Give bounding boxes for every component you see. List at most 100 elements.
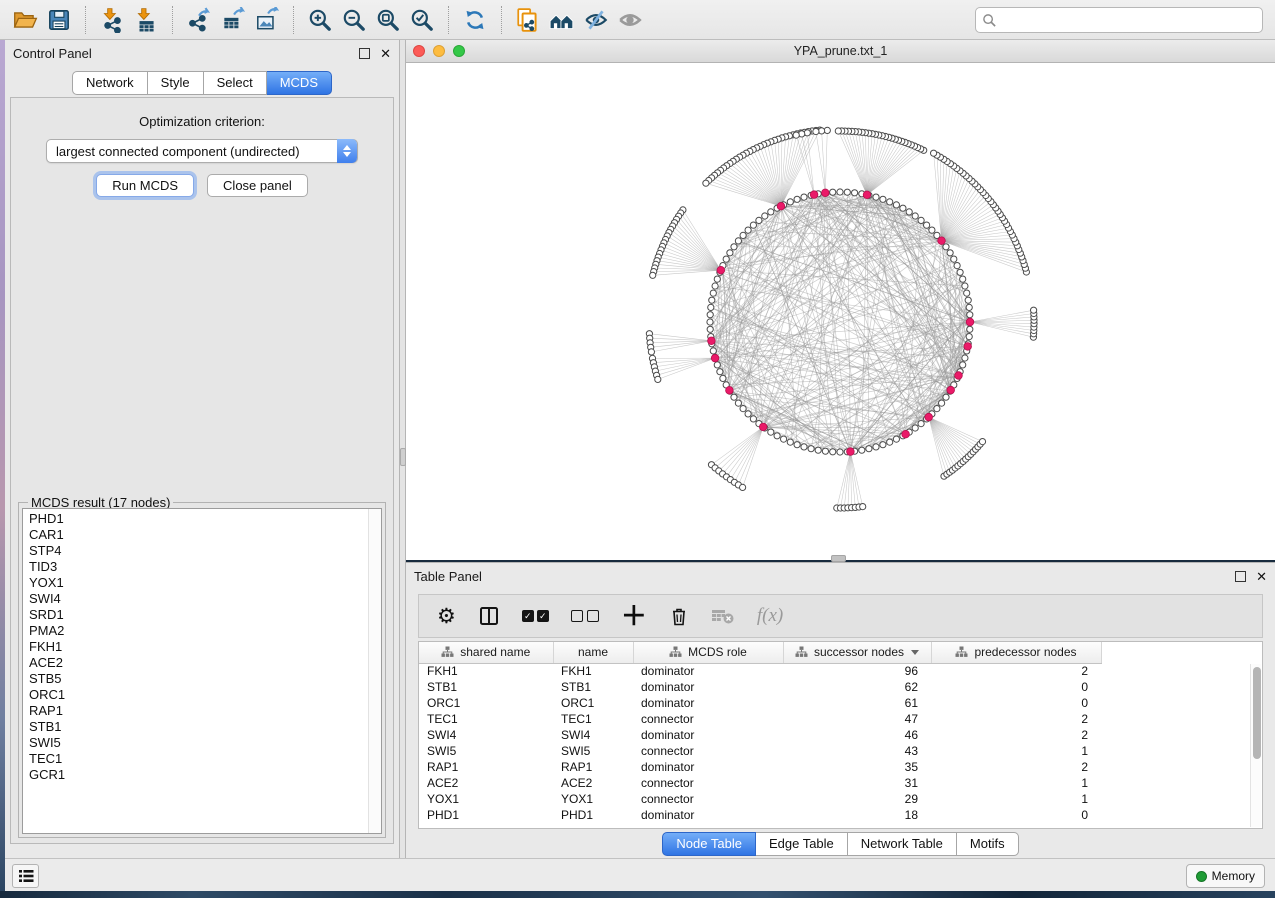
export-network-icon[interactable] xyxy=(182,4,216,36)
table-cell: dominator xyxy=(633,695,783,711)
optimization-criterion-label: Optimization criterion: xyxy=(11,114,393,129)
open-file-icon[interactable] xyxy=(8,4,42,36)
hide-panels-icon[interactable] xyxy=(579,4,613,36)
result-node-item[interactable]: STP4 xyxy=(29,543,381,559)
tab-edge-table[interactable]: Edge Table xyxy=(756,832,848,856)
network-overview-icon[interactable] xyxy=(545,4,579,36)
toolbar-separator xyxy=(448,6,449,34)
column-header-shared-name[interactable]: shared name xyxy=(419,642,553,663)
table-cell: FKH1 xyxy=(419,663,553,679)
import-network-icon[interactable] xyxy=(95,4,129,36)
export-image-icon[interactable] xyxy=(250,4,284,36)
table-cell: dominator xyxy=(633,759,783,775)
network-graph-canvas[interactable] xyxy=(406,63,1275,560)
float-panel-icon[interactable] xyxy=(359,48,370,59)
table-cell: 0 xyxy=(931,679,1101,695)
result-node-item[interactable]: STB1 xyxy=(29,719,381,735)
export-table-icon[interactable] xyxy=(216,4,250,36)
search-box[interactable] xyxy=(975,7,1263,33)
horizontal-splitter-grip[interactable] xyxy=(831,555,846,562)
deselect-all-icon[interactable] xyxy=(571,610,599,622)
table-row[interactable]: SWI5SWI5connector431 xyxy=(419,743,1101,759)
table-cell: 18 xyxy=(783,807,931,823)
tab-select[interactable]: Select xyxy=(204,71,267,95)
tab-style[interactable]: Style xyxy=(148,71,204,95)
result-node-item[interactable]: ACE2 xyxy=(29,655,381,671)
zoom-in-icon[interactable] xyxy=(303,4,337,36)
result-node-item[interactable]: GCR1 xyxy=(29,767,381,783)
table-cell: 1 xyxy=(931,775,1101,791)
add-column-icon[interactable]: ＋ xyxy=(621,606,647,626)
import-table-icon[interactable] xyxy=(129,4,163,36)
tab-network-table[interactable]: Network Table xyxy=(848,832,957,856)
mcds-result-list[interactable]: PHD1CAR1STP4TID3YOX1SWI4SRD1PMA2FKH1ACE2… xyxy=(22,508,382,834)
table-row[interactable]: TEC1TEC1connector472 xyxy=(419,711,1101,727)
table-cell: RAP1 xyxy=(419,759,553,775)
table-settings-icon[interactable]: ⚙ xyxy=(437,606,456,626)
network-window-titlebar[interactable]: YPA_prune.txt_1 xyxy=(406,40,1275,63)
delete-column-icon[interactable] xyxy=(669,605,689,627)
result-node-item[interactable]: RAP1 xyxy=(29,703,381,719)
tab-mcds[interactable]: MCDS xyxy=(267,71,332,95)
result-node-item[interactable]: PMA2 xyxy=(29,623,381,639)
result-node-item[interactable]: YOX1 xyxy=(29,575,381,591)
column-header-predecessor-nodes[interactable]: predecessor nodes xyxy=(931,642,1101,663)
table-cell: ORC1 xyxy=(419,695,553,711)
tab-node-table[interactable]: Node Table xyxy=(662,832,756,856)
zoom-selected-icon[interactable] xyxy=(405,4,439,36)
save-session-icon[interactable] xyxy=(42,4,76,36)
attribute-tree-icon xyxy=(795,646,808,658)
result-node-item[interactable]: PHD1 xyxy=(29,511,381,527)
table-scrollbar[interactable] xyxy=(1250,664,1261,827)
close-panel-icon[interactable]: ✕ xyxy=(380,48,391,59)
table-scrollbar-thumb[interactable] xyxy=(1253,667,1261,759)
close-panel-button[interactable]: Close panel xyxy=(207,174,308,197)
column-header-MCDS-role[interactable]: MCDS role xyxy=(633,642,783,663)
column-header-name[interactable]: name xyxy=(553,642,633,663)
table-row[interactable]: SWI4SWI4dominator462 xyxy=(419,727,1101,743)
zoom-fit-icon[interactable] xyxy=(371,4,405,36)
column-header-successor-nodes[interactable]: successor nodes xyxy=(783,642,931,663)
optimization-criterion-dropdown[interactable]: largest connected component (undirected) xyxy=(46,139,358,163)
table-row[interactable]: PHD1PHD1dominator180 xyxy=(419,807,1101,823)
search-input[interactable] xyxy=(1002,13,1256,27)
refresh-view-icon[interactable] xyxy=(458,4,492,36)
result-node-item[interactable]: FKH1 xyxy=(29,639,381,655)
result-node-item[interactable]: CAR1 xyxy=(29,527,381,543)
table-row[interactable]: FKH1FKH1dominator962 xyxy=(419,663,1101,679)
result-node-item[interactable]: TEC1 xyxy=(29,751,381,767)
result-node-item[interactable]: TID3 xyxy=(29,559,381,575)
node-table[interactable]: shared name name MCDS role successor nodesp… xyxy=(418,641,1263,829)
memory-button[interactable]: Memory xyxy=(1186,864,1265,888)
result-node-item[interactable]: SWI5 xyxy=(29,735,381,751)
result-node-item[interactable]: SWI4 xyxy=(29,591,381,607)
panel-list-button[interactable] xyxy=(12,864,39,888)
column-label: name xyxy=(578,645,608,659)
close-table-panel-icon[interactable]: ✕ xyxy=(1256,571,1267,582)
toolbar-separator xyxy=(501,6,502,34)
result-node-item[interactable]: SRD1 xyxy=(29,607,381,623)
table-panel: Table Panel ✕ ⚙ ✓✓ ＋ f(x) shared namenam… xyxy=(406,562,1275,858)
select-all-icon[interactable]: ✓✓ xyxy=(522,610,549,622)
result-scrollbar[interactable] xyxy=(368,509,381,833)
result-node-item[interactable]: STB5 xyxy=(29,671,381,687)
table-row[interactable]: ORC1ORC1dominator610 xyxy=(419,695,1101,711)
result-node-item[interactable]: ORC1 xyxy=(29,687,381,703)
tab-network[interactable]: Network xyxy=(72,71,148,95)
table-row[interactable]: YOX1YOX1connector291 xyxy=(419,791,1101,807)
table-row[interactable]: ACE2ACE2connector311 xyxy=(419,775,1101,791)
table-cell: 47 xyxy=(783,711,931,727)
table-row[interactable]: STB1STB1dominator620 xyxy=(419,679,1101,695)
column-chooser-icon[interactable] xyxy=(478,605,500,627)
show-panels-icon[interactable] xyxy=(613,4,647,36)
run-mcds-button[interactable]: Run MCDS xyxy=(96,174,194,197)
column-label: MCDS role xyxy=(688,645,747,659)
tab-motifs[interactable]: Motifs xyxy=(957,832,1019,856)
attribute-tree-icon xyxy=(955,646,968,658)
table-panel-title: Table Panel xyxy=(414,569,1235,584)
clone-network-icon[interactable] xyxy=(511,4,545,36)
table-row[interactable]: RAP1RAP1dominator352 xyxy=(419,759,1101,775)
float-table-panel-icon[interactable] xyxy=(1235,571,1246,582)
table-cell: 62 xyxy=(783,679,931,695)
zoom-out-icon[interactable] xyxy=(337,4,371,36)
